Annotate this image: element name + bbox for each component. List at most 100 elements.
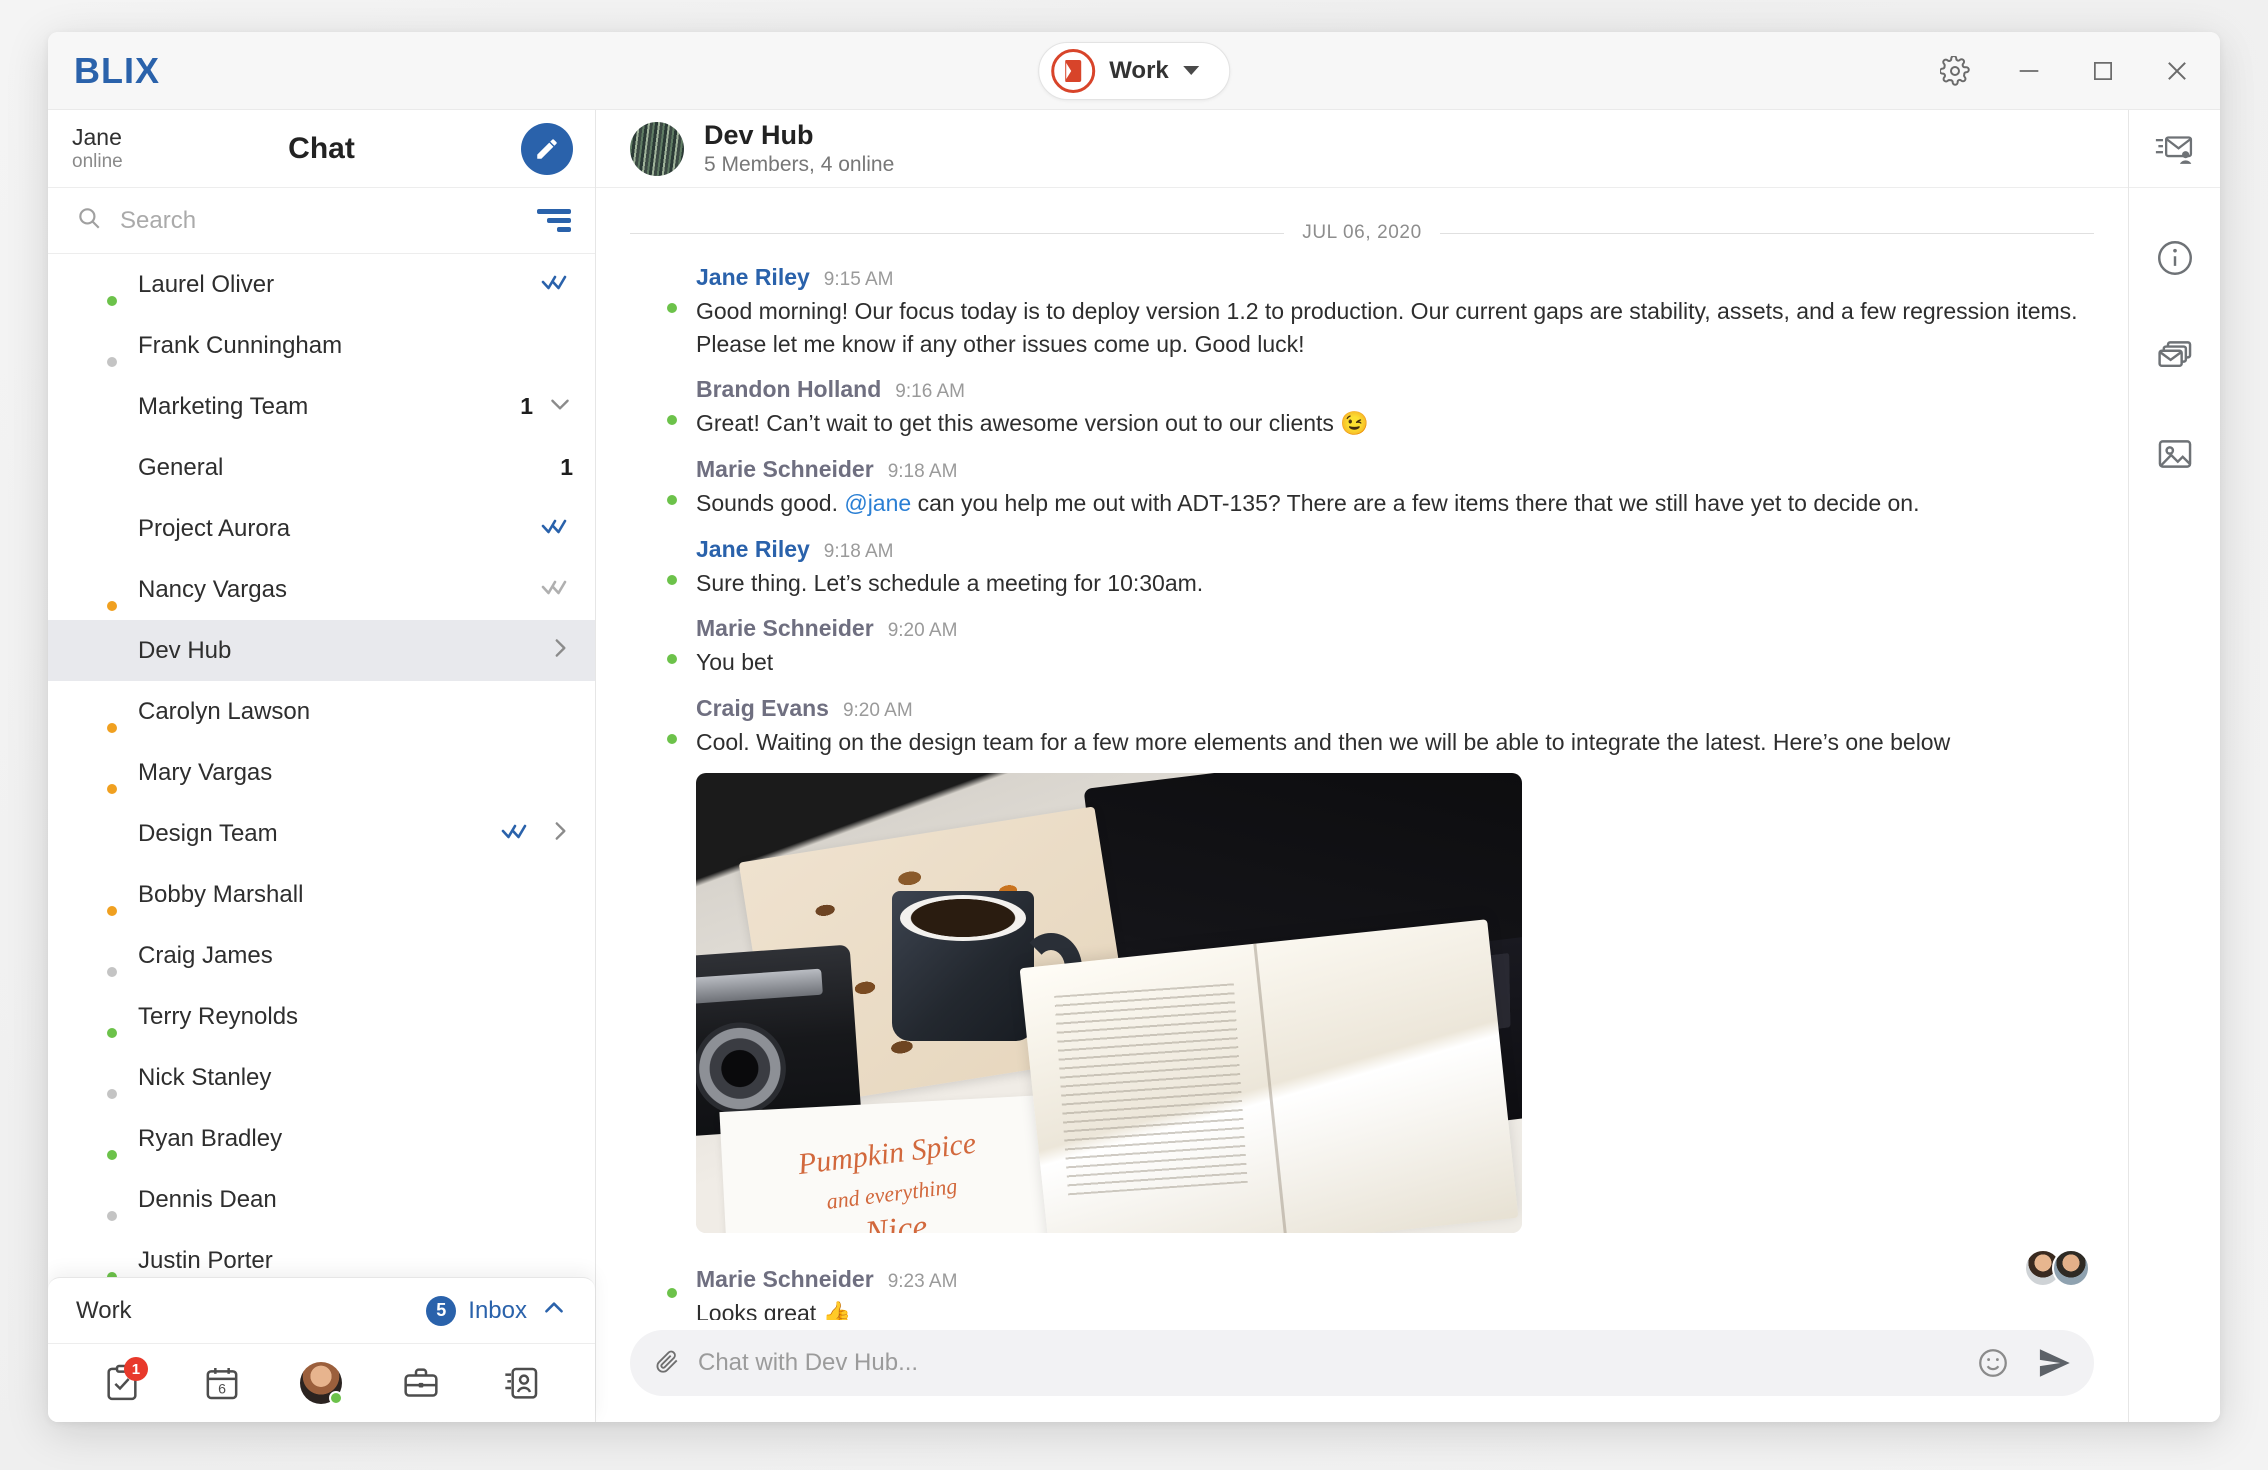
right-rail (2128, 110, 2220, 1422)
chevron-up-icon[interactable] (541, 1295, 567, 1326)
chevron-right-icon[interactable] (547, 818, 573, 849)
gear-icon[interactable] (1938, 54, 1972, 88)
avatar (300, 1362, 344, 1405)
message-author[interactable]: Jane Riley (696, 536, 810, 563)
sidebar-item-bobby-marshall[interactable]: Bobby Marshall (48, 864, 595, 925)
paperclip-icon[interactable] (654, 1348, 680, 1379)
message-author[interactable]: Jane Riley (696, 264, 810, 291)
tasks-icon[interactable]: 1 (94, 1355, 150, 1411)
sidebar-item-ryan-bradley[interactable]: Ryan Bradley (48, 1108, 595, 1169)
sidebar-item-general[interactable]: General 1 (48, 437, 595, 498)
sidebar-item-label: Design Team (138, 819, 278, 847)
avatar (72, 689, 119, 735)
avatar (72, 750, 119, 796)
image-icon[interactable] (2147, 426, 2203, 482)
message-author[interactable]: Marie Schneider (696, 456, 874, 483)
avatar (72, 628, 118, 674)
presence-dot (105, 1147, 119, 1162)
date-separator-label: JUL 06, 2020 (1302, 222, 1422, 243)
sidebar-item-nancy-vargas[interactable]: Nancy Vargas (48, 559, 595, 620)
group-mail-icon[interactable] (2129, 110, 2220, 188)
avatar (72, 933, 119, 979)
message-header: Craig Evans 9:20 AM (696, 695, 2094, 722)
message-header: Jane Riley 9:18 AM (696, 536, 2094, 563)
sidebar-item-dev-hub[interactable]: Dev Hub (48, 620, 595, 681)
message-list[interactable]: JUL 06, 2020 Jane Riley 9:15 AM Good morni… (596, 188, 2128, 1320)
maximize-icon[interactable] (2086, 54, 2120, 88)
search-input[interactable] (120, 206, 519, 235)
sidebar-item-carolyn-lawson[interactable]: Carolyn Lawson (48, 681, 595, 742)
chat-pane: Dev Hub 5 Members, 4 online JUL 06, 2020… (596, 110, 2128, 1422)
sidebar-item-meta (541, 271, 573, 298)
info-circle-icon[interactable] (2147, 230, 2203, 286)
send-icon[interactable] (2032, 1345, 2076, 1381)
message: Marie Schneider 9:18 AM Sounds good. @jane… (630, 456, 2094, 520)
sidebar-item-design-team[interactable]: Design Team (48, 803, 595, 864)
message-time: 9:18 AM (887, 460, 958, 482)
avatar (630, 459, 679, 507)
close-icon[interactable] (2160, 54, 2194, 88)
sidebar-item-label: Bobby Marshall (138, 880, 304, 908)
current-user[interactable]: Jane online (72, 124, 123, 172)
chevron-down-icon[interactable] (547, 391, 573, 422)
unread-badge: 1 (560, 454, 573, 480)
message: Jane Riley 9:15 AM Good morning! Our focus… (630, 264, 2094, 360)
message-author[interactable]: Marie Schneider (696, 1266, 874, 1293)
stacked-mail-icon[interactable] (2147, 328, 2203, 384)
photo-text-line2: and everything (825, 1172, 959, 1214)
chevron-right-icon[interactable] (547, 635, 573, 666)
message-composer[interactable] (630, 1330, 2094, 1396)
conversation-avatar (630, 121, 684, 176)
sidebar-item-dennis-dean[interactable]: Dennis Dean (48, 1169, 595, 1230)
sidebar-item-label: Craig James (138, 941, 273, 969)
conversation-title: Dev Hub (704, 119, 814, 150)
message-author[interactable]: Craig Evans (696, 695, 829, 722)
workspace-switcher[interactable]: Work (1038, 41, 1230, 100)
sidebar-item-meta (547, 635, 573, 666)
message-time: 9:18 AM (823, 540, 894, 562)
inbox-count-badge: 5 (426, 1295, 457, 1326)
message-input[interactable] (698, 1349, 1954, 1377)
avatar (72, 1177, 119, 1223)
message-photo-attachment[interactable]: Pumpkin Spice and everything Nice (696, 772, 1522, 1233)
sidebar-item-label: Marketing Team (138, 392, 309, 420)
smiley-icon[interactable] (1972, 1346, 2014, 1380)
chat-header: Dev Hub 5 Members, 4 online (596, 110, 2128, 188)
account-inbox-row[interactable]: Work 5 Inbox (48, 1278, 595, 1344)
inbox-label: Inbox (468, 1296, 527, 1324)
sidebar-item-marketing-team[interactable]: Marketing Team 1 (48, 376, 595, 437)
sidebar-item-mary-vargas[interactable]: Mary Vargas (48, 742, 595, 803)
message-author[interactable]: Brandon Holland (696, 376, 881, 403)
message-reactions[interactable] (2024, 1248, 2094, 1287)
presence-dot (105, 1086, 119, 1101)
presence-dot (665, 652, 679, 667)
presence-dot (105, 964, 119, 979)
briefcase-icon[interactable] (393, 1355, 449, 1411)
sidebar-item-terry-reynolds[interactable]: Terry Reynolds (48, 986, 595, 1047)
sidebar-item-laurel-oliver[interactable]: Laurel Oliver (48, 254, 595, 315)
sidebar-item-label: Carolyn Lawson (138, 697, 311, 725)
avatar (72, 1116, 119, 1162)
filter-icon[interactable] (537, 209, 571, 232)
avatar-icon[interactable] (293, 1355, 349, 1411)
sidebar-item-nick-stanley[interactable]: Nick Stanley (48, 1047, 595, 1108)
current-user-name: Jane (72, 124, 122, 151)
mention-link[interactable]: @jane (844, 490, 911, 516)
read-receipt-icon (541, 576, 573, 603)
conversation-list[interactable]: Laurel Oliver Frank Cunningham Marketing T… (48, 254, 595, 1422)
sidebar-item-meta (541, 576, 573, 603)
sidebar-item-craig-james[interactable]: Craig James (48, 925, 595, 986)
message-time: 9:16 AM (895, 381, 965, 403)
contacts-icon[interactable] (493, 1355, 549, 1411)
message-author[interactable]: Marie Schneider (696, 615, 874, 642)
message-text: Cool. Waiting on the design team for a f… (696, 728, 1951, 755)
compose-button[interactable] (521, 122, 573, 175)
minimize-icon[interactable] (2012, 54, 2046, 88)
sidebar-item-label: Project Aurora (138, 514, 291, 542)
sidebar-item-frank-cunningham[interactable]: Frank Cunningham (48, 315, 595, 376)
app-logo: BLIX (70, 32, 160, 109)
sidebar-item-project-aurora[interactable]: Project Aurora (48, 498, 595, 559)
calendar-icon[interactable]: 6 (194, 1355, 250, 1411)
presence-dot (329, 1391, 344, 1405)
sidebar-item-meta: 1 (560, 454, 573, 481)
